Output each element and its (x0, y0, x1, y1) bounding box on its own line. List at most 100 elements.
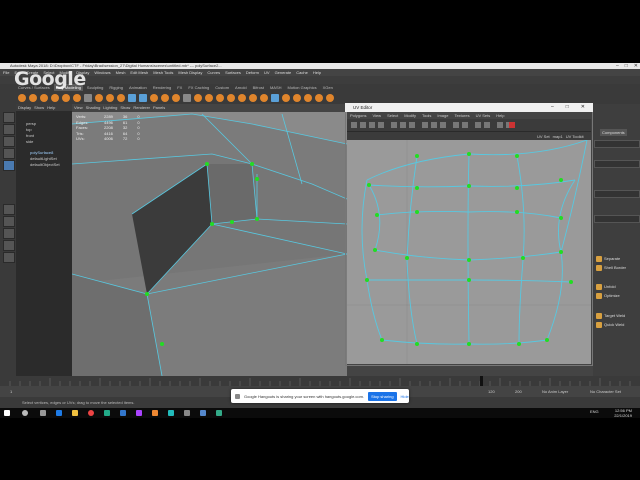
outliner-menu-show[interactable]: Show (34, 104, 44, 111)
toolkit-components[interactable]: Components (600, 129, 627, 136)
shelf-tool-icon[interactable] (249, 93, 257, 102)
outliner-item[interactable]: side (26, 139, 33, 144)
layout-single-icon[interactable] (3, 204, 15, 215)
hide-banner-button[interactable]: Hide (401, 394, 409, 399)
uv-minimize-button[interactable]: – (551, 103, 554, 112)
uv-menu-item[interactable]: Modify (403, 112, 417, 119)
app-icon[interactable] (152, 410, 158, 416)
menu-item[interactable]: Cache (295, 69, 309, 76)
shelf-tab[interactable]: Custom (213, 84, 231, 91)
outliner-menu-display[interactable]: Display (18, 104, 31, 111)
viewport-menu-renderer[interactable]: Renderer (133, 104, 150, 112)
shelf-tool-icon[interactable] (260, 93, 268, 102)
shelf-tool-icon[interactable] (304, 93, 312, 102)
uv-menu-item[interactable]: Polygons (349, 112, 367, 119)
menu-item[interactable]: Generate (274, 69, 293, 76)
lasso-tool-icon[interactable] (3, 124, 15, 135)
uv-menu-item[interactable]: Help (495, 112, 505, 119)
shelf-tool-icon[interactable] (326, 93, 334, 102)
menu-item[interactable]: Curves (206, 69, 221, 76)
toolkit-field[interactable] (594, 190, 640, 198)
app-icon[interactable] (216, 410, 222, 416)
app-icon[interactable] (200, 410, 206, 416)
shelf-tool-icon[interactable] (271, 93, 279, 102)
shelf-tool-icon[interactable] (183, 93, 191, 102)
outliner-item[interactable]: front (26, 133, 34, 138)
perspective-viewport[interactable] (72, 104, 347, 376)
shelf-tab[interactable]: FX (175, 84, 184, 91)
toolkit-field[interactable] (594, 215, 640, 223)
outliner-item[interactable]: defaultLightSet (30, 156, 57, 161)
menu-item[interactable]: File (2, 69, 10, 76)
file-explorer-icon[interactable] (72, 410, 78, 416)
menu-item[interactable]: Help (312, 69, 322, 76)
uv-menu-item[interactable]: Image (436, 112, 449, 119)
shelf-tool-icon[interactable] (128, 93, 136, 102)
shelf-tool-icon[interactable] (95, 93, 103, 102)
shelf-tool-icon[interactable] (227, 93, 235, 102)
uv-toolbar-icons[interactable] (347, 119, 591, 131)
toolkit-separate-button[interactable]: Separate (596, 256, 620, 262)
toolkit-shell-border-button[interactable]: Shell Border (596, 265, 626, 271)
toolkit-optimize-button[interactable]: Optimize (596, 293, 620, 299)
uv-close-button[interactable]: ✕ (581, 103, 585, 112)
time-slider[interactable] (0, 376, 640, 386)
anim-layer-select[interactable]: No Anim Layer (542, 386, 568, 397)
viewport-menu-panels[interactable]: Panels (153, 104, 165, 112)
character-set-select[interactable]: No Character Set (590, 386, 621, 397)
stop-sharing-button[interactable]: Stop sharing (368, 391, 397, 401)
app-icon[interactable] (136, 410, 142, 416)
language-indicator[interactable]: ENG (590, 409, 599, 414)
shelf-tab[interactable]: FX Caching (186, 84, 211, 91)
shelf-tab[interactable]: XGen (321, 84, 335, 91)
outliner-menu-help[interactable]: Help (47, 104, 55, 111)
uv-menu-item[interactable]: Textures (453, 112, 470, 119)
shelf-tool-icon[interactable] (73, 93, 81, 102)
menu-item[interactable]: Surfaces (224, 69, 242, 76)
outliner-item[interactable]: persp (26, 121, 36, 126)
shelf-tool-icon[interactable] (150, 93, 158, 102)
menu-item[interactable]: Edit Mesh (129, 69, 149, 76)
uv-toolkit-button[interactable]: UV Toolkit (566, 132, 584, 140)
uv-menu-item[interactable]: View (371, 112, 382, 119)
shelf-tool-icon[interactable] (315, 93, 323, 102)
layout-two-icon[interactable] (3, 228, 15, 239)
outliner-item[interactable]: top (26, 127, 32, 132)
uv-menu-item[interactable]: Tools (421, 112, 432, 119)
shelf-tool-icon[interactable] (51, 93, 59, 102)
shelf-tool-icon[interactable] (205, 93, 213, 102)
range-end[interactable]: 120 (488, 386, 495, 397)
toolkit-target-weld-button[interactable]: Target Weld (596, 313, 625, 319)
shelf-tool-icon[interactable] (29, 93, 37, 102)
shelf-tab[interactable]: Rendering (151, 84, 173, 91)
chrome-icon[interactable] (88, 410, 94, 416)
menu-item[interactable]: Mesh (115, 69, 127, 76)
paint-select-icon[interactable] (3, 136, 15, 147)
shelf-tab[interactable]: Arnold (233, 84, 249, 91)
range-max[interactable]: 200 (515, 386, 522, 397)
shelf-tool-icon[interactable] (62, 93, 70, 102)
task-view-icon[interactable] (40, 410, 46, 416)
shelf-tab[interactable]: Bifrost (251, 84, 266, 91)
menu-item[interactable]: Windows (93, 69, 111, 76)
viewport-menu-view[interactable]: View (74, 104, 83, 112)
viewport-menu-show[interactable]: Show (120, 104, 130, 112)
menu-item[interactable]: Deform (245, 69, 260, 76)
uv-set-select[interactable]: map1 (553, 132, 563, 140)
menu-item[interactable]: Mesh Display (177, 69, 203, 76)
shelf-tool-icon[interactable] (282, 93, 290, 102)
edge-icon[interactable] (56, 410, 62, 416)
outliner-item[interactable]: polySurface8 (30, 150, 53, 155)
viewport-menu-shading[interactable]: Shading (86, 104, 101, 112)
shelf-tab[interactable]: Animation (127, 84, 149, 91)
shelf-tab[interactable]: Sculpting (85, 84, 105, 91)
toolkit-field[interactable] (594, 160, 640, 168)
app-icon[interactable] (184, 410, 190, 416)
uv-maximize-button[interactable]: □ (566, 103, 569, 112)
shelf-tool-icon[interactable] (40, 93, 48, 102)
layout-four-icon[interactable] (3, 216, 15, 227)
toolkit-field[interactable] (594, 140, 640, 148)
windows-start-icon[interactable] (4, 410, 10, 416)
uv-menu-item[interactable]: Select (386, 112, 399, 119)
rotate-tool-icon[interactable] (3, 160, 15, 171)
